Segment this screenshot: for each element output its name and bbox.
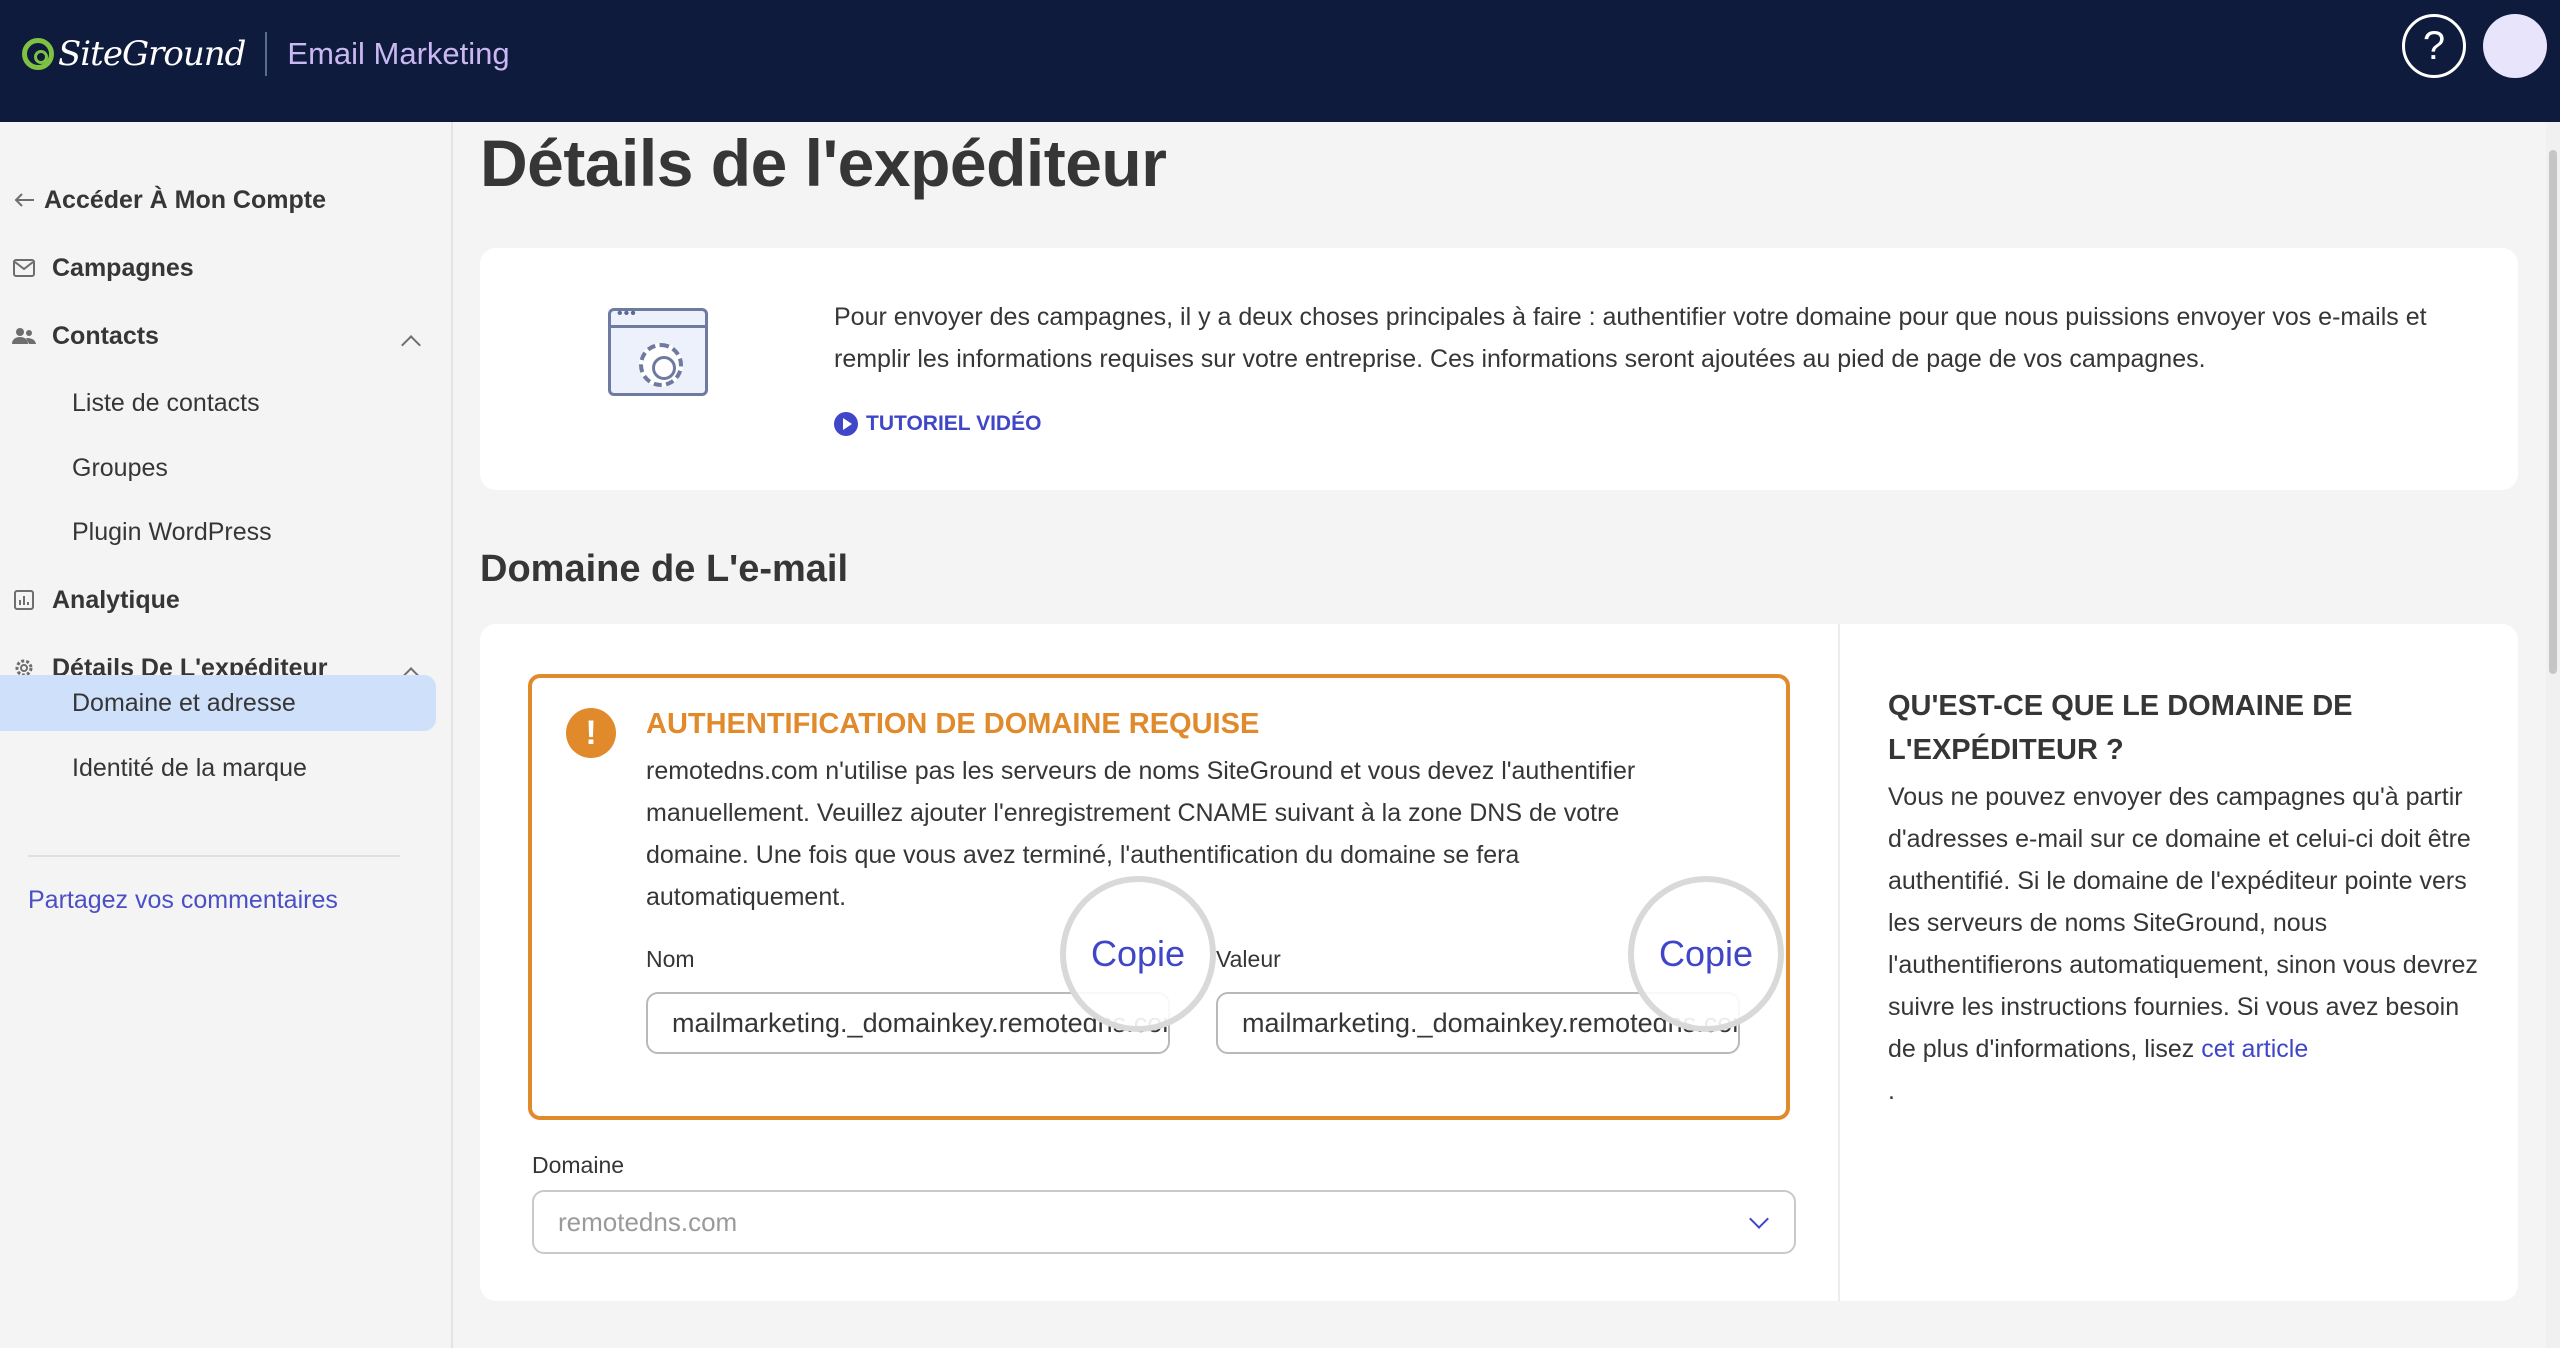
- sidebar-item-label: Analytique: [52, 585, 180, 614]
- sidebar-subitem-groupes[interactable]: Groupes: [0, 440, 168, 496]
- feedback-link[interactable]: Partagez vos commentaires: [28, 886, 338, 915]
- intro-text: Pour envoyer des campagnes, il y a deux …: [834, 303, 2427, 373]
- card-divider: [1838, 624, 1840, 1301]
- name-label: Nom: [646, 946, 695, 972]
- sidebar-back-to-account[interactable]: Accéder À Mon Compte: [0, 172, 326, 228]
- page-title: Détails de l'expéditeur: [480, 126, 1167, 200]
- users-icon: [12, 324, 36, 348]
- warning-icon: !: [566, 708, 616, 758]
- sidebar-item-label: Campagnes: [52, 253, 194, 282]
- sidebar-item-label: Contacts: [52, 321, 159, 350]
- avatar[interactable]: [2483, 14, 2547, 78]
- sidebar-subitem-identite-de-la-marque[interactable]: Identité de la marque: [0, 740, 307, 796]
- video-tutorial-link[interactable]: TUTORIEL VIDÉO: [834, 412, 1041, 436]
- email-domain-card: ! AUTHENTIFICATION DE DOMAINE REQUISE re…: [480, 624, 2518, 1301]
- info-title: QU'EST-CE QUE LE DOMAINE DE L'EXPÉDITEUR…: [1888, 690, 2353, 766]
- info-end: .: [1888, 1077, 1895, 1105]
- intro-card: Pour envoyer des campagnes, il y a deux …: [480, 248, 2518, 490]
- info-text: Vous ne pouvez envoyer des campagnes qu'…: [1888, 776, 2488, 1112]
- chart-icon: [12, 588, 36, 612]
- sidebar-divider: [28, 855, 400, 857]
- copy-value-button[interactable]: Copie: [1628, 876, 1784, 1032]
- top-bar: SiteGround Email Marketing ?: [0, 0, 2560, 122]
- sidebar-subitem-liste-de-contacts[interactable]: Liste de contacts: [0, 375, 260, 431]
- chevron-down-icon: [1749, 1209, 1769, 1229]
- info-body: Vous ne pouvez envoyer des campagnes qu'…: [1888, 783, 2478, 1063]
- brand[interactable]: SiteGround Email Marketing: [22, 30, 510, 78]
- sidebar-item-analytique[interactable]: Analytique: [0, 572, 180, 628]
- sidebar-subitem-plugin-wordpress[interactable]: Plugin WordPress: [0, 504, 272, 560]
- brand-name: SiteGround: [58, 34, 246, 74]
- domain-auth-alert: ! AUTHENTIFICATION DE DOMAINE REQUISE re…: [528, 674, 1790, 1120]
- value-label: Valeur: [1216, 946, 1281, 972]
- domain-select[interactable]: remotedns.com: [532, 1190, 1796, 1254]
- brand-separator: [265, 32, 268, 76]
- sidebar-item-contacts[interactable]: Contacts: [0, 308, 159, 364]
- sidebar-back-label: Accéder À Mon Compte: [44, 185, 326, 214]
- domain-selected-value: remotedns.com: [558, 1206, 738, 1237]
- video-tutorial-label: TUTORIEL VIDÉO: [866, 412, 1042, 435]
- article-link[interactable]: cet article: [2201, 1035, 2308, 1063]
- sidebar: Accéder À Mon Compte Campagnes Contacts …: [0, 122, 453, 1348]
- play-icon: [834, 412, 858, 436]
- chevron-up-icon[interactable]: [401, 335, 421, 355]
- mail-icon: [12, 256, 36, 280]
- browser-settings-illustration-icon: [608, 305, 708, 396]
- arrow-left-icon: [12, 188, 36, 212]
- sidebar-subitem-domaine-et-adresse[interactable]: Domaine et adresse: [0, 675, 436, 731]
- domain-label: Domaine: [532, 1152, 625, 1178]
- product-name: Email Marketing: [287, 36, 510, 71]
- help-button[interactable]: ?: [2402, 14, 2466, 78]
- alert-title: AUTHENTIFICATION DE DOMAINE REQUISE: [646, 708, 1260, 740]
- sidebar-item-campagnes[interactable]: Campagnes: [0, 240, 194, 296]
- siteground-logo-icon: [22, 38, 54, 70]
- section-title: Domaine de L'e-mail: [480, 548, 849, 590]
- scrollbar-thumb[interactable]: [2549, 150, 2557, 674]
- copy-name-button[interactable]: Copie: [1060, 876, 1216, 1032]
